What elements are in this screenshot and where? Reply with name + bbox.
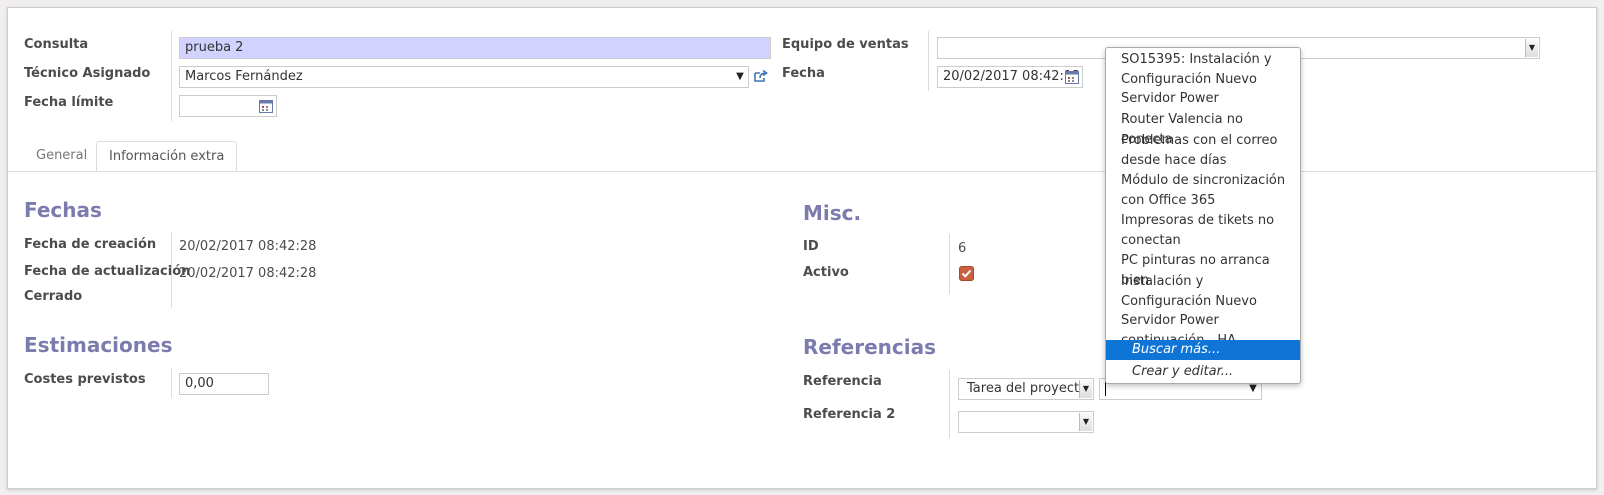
fecha-actualizacion-label: Fecha de actualización — [24, 264, 191, 279]
chevron-down-icon: ▼ — [1079, 413, 1092, 431]
costes-previstos-label: Costes previstos — [24, 372, 146, 387]
tecnico-value: Marcos Fernández — [185, 69, 303, 84]
tecnico-select[interactable]: Marcos Fernández ▼ — [179, 66, 749, 88]
search-more-option[interactable]: Buscar más... — [1106, 340, 1300, 360]
autocomplete-option[interactable]: Problemas con el correo desde hace días — [1121, 131, 1296, 170]
fechas-heading: Fechas — [24, 198, 102, 222]
autocomplete-dropdown: SO15395: Instalación y Configuración Nue… — [1105, 47, 1301, 384]
autocomplete-option[interactable]: Módulo de sincronización con Office 365 — [1121, 171, 1296, 210]
misc-heading: Misc. — [803, 201, 862, 225]
id-value: 6 — [958, 241, 967, 256]
consulta-label: Consulta — [24, 37, 89, 52]
cerrado-label: Cerrado — [24, 289, 83, 304]
estimaciones-heading: Estimaciones — [24, 333, 173, 357]
create-edit-option[interactable]: Crear y editar... — [1132, 362, 1307, 382]
equipo-label: Equipo de ventas — [782, 37, 909, 52]
id-label: ID — [803, 239, 819, 254]
fecha-actualizacion-value: 20/02/2017 08:42:28 — [179, 266, 317, 281]
label-divider — [949, 370, 950, 438]
label-divider — [171, 31, 172, 121]
autocomplete-option[interactable]: Impresoras de tikets no conectan — [1121, 211, 1296, 250]
autocomplete-option[interactable]: SO15395: Instalación y Configuración Nue… — [1121, 50, 1296, 109]
tab-informacion-extra[interactable]: Información extra — [96, 141, 238, 172]
fecha-value: 20/02/2017 08:42:12 — [943, 69, 1081, 84]
fecha-creacion-value: 20/02/2017 08:42:28 — [179, 239, 317, 254]
external-link-icon[interactable] — [753, 69, 769, 83]
referencia-model-value: Tarea del proyecto — [967, 381, 1088, 396]
referencia-model-select[interactable]: Tarea del proyecto ▼ — [958, 378, 1094, 400]
label-divider — [949, 234, 950, 294]
activo-checkbox[interactable] — [959, 266, 974, 281]
fecha-label: Fecha — [782, 66, 825, 81]
fecha-limite-input[interactable] — [179, 95, 277, 117]
costes-previstos-input[interactable]: 0,00 — [179, 373, 269, 395]
calendar-icon[interactable] — [259, 99, 273, 113]
referencia2-label: Referencia 2 — [803, 407, 896, 422]
autocomplete-option[interactable]: Instalación y Configuración Nuevo Servid… — [1121, 272, 1296, 350]
tecnico-label: Técnico Asignado — [24, 66, 151, 81]
referencia-label: Referencia — [803, 374, 882, 389]
referencia2-select[interactable]: ▼ — [958, 411, 1094, 433]
tab-general[interactable]: General — [24, 141, 99, 172]
label-divider — [928, 31, 929, 91]
consulta-input[interactable]: prueba 2 — [179, 37, 771, 59]
fecha-input[interactable]: 20/02/2017 08:42:12 — [937, 66, 1083, 88]
form-sheet: Consulta prueba 2 Técnico Asignado Marco… — [7, 7, 1597, 489]
activo-label: Activo — [803, 265, 849, 280]
chevron-down-icon: ▼ — [1525, 39, 1538, 57]
chevron-down-icon: ▼ — [736, 71, 744, 82]
referencias-heading: Referencias — [803, 335, 937, 359]
calendar-icon[interactable] — [1065, 70, 1079, 84]
fecha-limite-label: Fecha límite — [24, 95, 114, 110]
tab-divider — [8, 171, 1596, 172]
label-divider — [171, 368, 172, 398]
fecha-creacion-label: Fecha de creación — [24, 237, 157, 252]
chevron-down-icon: ▼ — [1079, 380, 1092, 398]
